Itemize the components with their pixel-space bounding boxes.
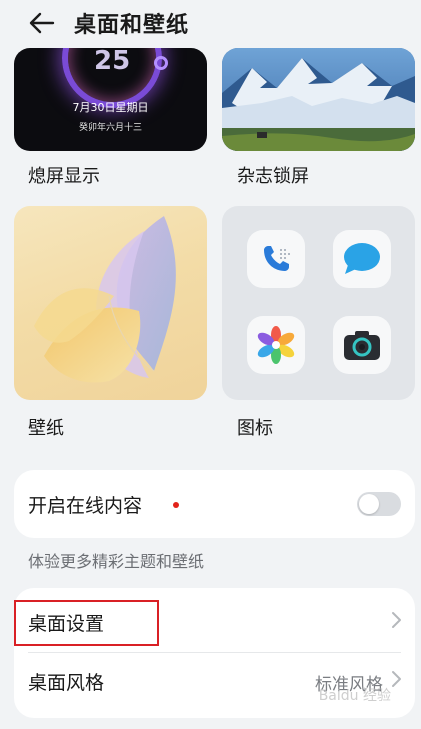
aod-lunar-date: 癸卯年六月十三 (78, 123, 142, 133)
back-button[interactable] (22, 3, 62, 43)
aod-time: 25 (94, 48, 131, 76)
camera-app-tile (333, 316, 391, 374)
camera-icon (344, 331, 380, 360)
icons-preview[interactable] (222, 206, 415, 400)
chevron-right-icon (392, 671, 401, 687)
online-content-label: 开启在线内容 (28, 495, 143, 517)
wallpaper-label[interactable]: 壁纸 (28, 414, 64, 440)
wallpaper-preview[interactable] (14, 206, 207, 400)
aod-date: 7月30日星期日 (72, 101, 149, 114)
magazine-lockscreen-label[interactable]: 杂志锁屏 (237, 162, 309, 188)
phone-app-tile (247, 230, 305, 288)
gallery-icon (257, 326, 295, 364)
toggle-knob (359, 494, 379, 514)
messages-app-tile (333, 230, 391, 288)
app-bar: 桌面和壁纸 (0, 0, 421, 46)
gallery-app-tile (247, 316, 305, 374)
online-content-description: 体验更多精彩主题和壁纸 (28, 552, 205, 571)
online-content-row[interactable]: 开启在线内容 (14, 470, 415, 538)
icons-label[interactable]: 图标 (237, 414, 273, 440)
always-on-display-preview[interactable]: 25 7月30日星期日 癸卯年六月十三 (14, 48, 207, 151)
new-badge-dot (173, 502, 179, 508)
petal-wallpaper-image (34, 216, 176, 383)
magazine-lockscreen-preview[interactable] (222, 48, 415, 151)
phone-icon (264, 246, 290, 271)
messages-icon (344, 243, 380, 274)
highlight-annotation (14, 600, 159, 646)
back-arrow-icon (29, 12, 55, 34)
online-content-toggle[interactable] (357, 492, 401, 516)
watermark: Baidu 经验 (318, 688, 391, 704)
chevron-right-icon (392, 612, 401, 628)
aod-label[interactable]: 熄屏显示 (28, 162, 100, 188)
desktop-style-label: 桌面风格 (28, 672, 105, 694)
page-title: 桌面和壁纸 (74, 13, 190, 38)
mountain-landscape-image (222, 48, 415, 151)
aod-orbit-dot (154, 56, 168, 70)
